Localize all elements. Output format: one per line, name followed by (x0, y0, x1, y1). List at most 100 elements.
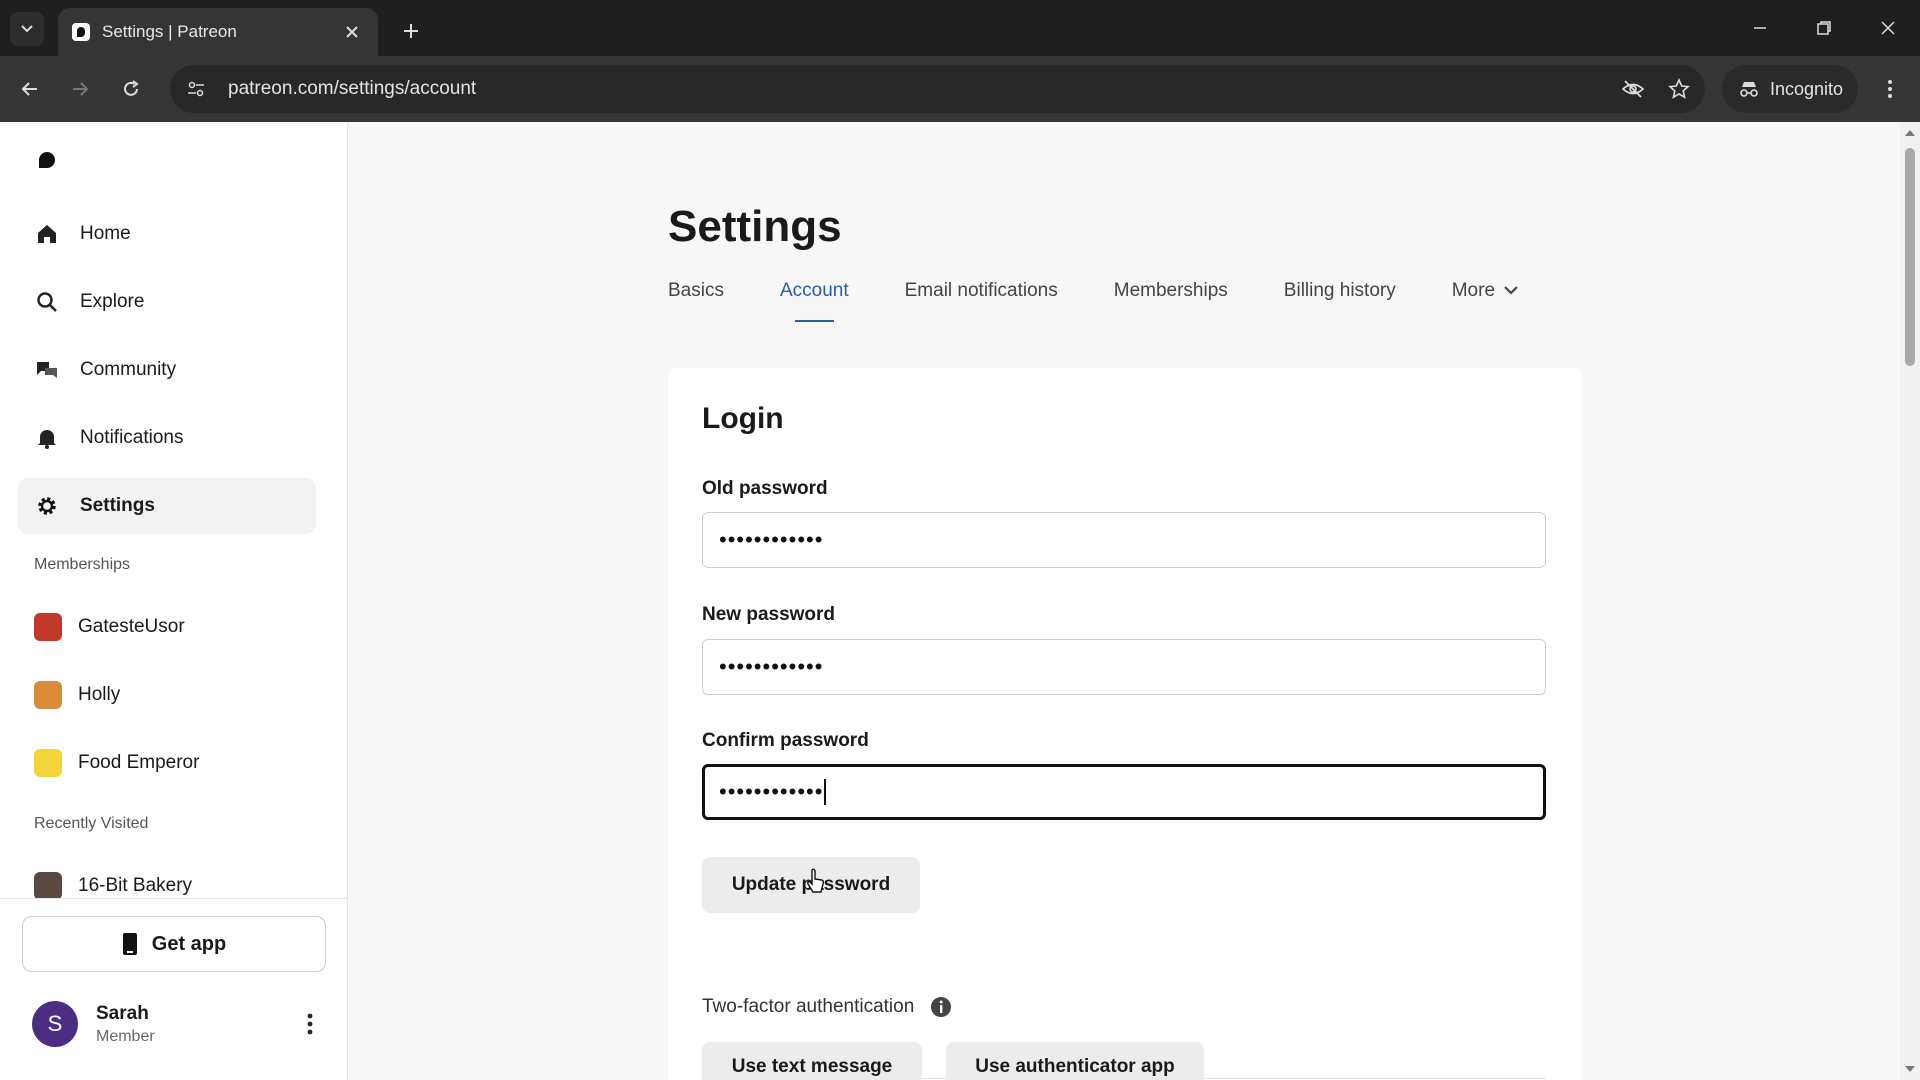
info-icon[interactable] (930, 996, 952, 1018)
new-tab-button[interactable] (396, 16, 426, 46)
page-scrollbar[interactable] (1900, 122, 1920, 1080)
incognito-icon (1740, 82, 1758, 97)
sidebar-footer: Get app S Sarah Member (0, 898, 347, 1080)
new-password-value: •••••••••••• (719, 654, 824, 679)
sidebar: Home Explore Community Notifications Set… (0, 122, 348, 1080)
tune-icon (188, 81, 204, 97)
sidebar-item-label: Home (80, 223, 131, 244)
memberships-heading: Memberships (34, 556, 131, 573)
tab-memberships[interactable]: Memberships (1114, 280, 1228, 320)
tab-account[interactable]: Account (780, 280, 849, 322)
tab-more[interactable]: More (1452, 280, 1519, 320)
two-factor-label: Two-factor authentication (702, 996, 915, 1017)
plus-icon (404, 24, 418, 38)
get-app-button[interactable]: Get app (22, 916, 326, 972)
get-app-label: Get app (151, 932, 227, 955)
sidebar-item-label: Settings (80, 495, 155, 516)
sidebar-item-label: Community (80, 359, 177, 380)
search-icon (34, 289, 60, 315)
tracking-protection-button[interactable] (1613, 69, 1653, 109)
login-heading: Login (702, 402, 784, 435)
browser-tab[interactable]: Settings | Patreon (58, 8, 378, 56)
scroll-down-icon[interactable] (1904, 1064, 1916, 1074)
tab-close-button[interactable] (340, 20, 364, 44)
sidebar-item-community[interactable]: Community (18, 342, 316, 398)
chat-icon (34, 357, 60, 383)
chevron-down-icon (21, 25, 33, 33)
login-card: Login Old password •••••••••••• New pass… (668, 368, 1582, 1080)
close-icon (1881, 21, 1895, 35)
restore-icon (1817, 21, 1831, 35)
new-password-field[interactable]: •••••••••••• (702, 639, 1546, 695)
creator-avatar (34, 872, 62, 900)
reload-button[interactable] (113, 71, 149, 107)
creator-avatar (34, 749, 62, 777)
forward-button[interactable] (62, 71, 98, 107)
reload-icon (124, 80, 139, 96)
sidebar-item-explore[interactable]: Explore (18, 274, 316, 330)
bell-icon (34, 425, 60, 451)
recent-label: 16-Bit Bakery (78, 875, 193, 896)
bookmark-button[interactable] (1659, 69, 1699, 109)
text-caret (824, 779, 827, 805)
phone-icon (122, 933, 137, 955)
minimize-icon (1754, 27, 1766, 29)
user-menu-button[interactable] (298, 1009, 322, 1039)
membership-label: GatesteUsor (78, 616, 185, 637)
sidebar-item-notifications[interactable]: Notifications (18, 410, 316, 466)
restore-button[interactable] (1804, 10, 1844, 46)
use-authenticator-app-button[interactable]: Use authenticator app (946, 1042, 1204, 1080)
sidebar-item-home[interactable]: Home (18, 206, 316, 262)
browser-menu-button[interactable] (1872, 71, 1908, 107)
user-role: Member (96, 1027, 155, 1045)
arrow-right-icon (73, 82, 89, 96)
browser-toolbar: patreon.com/settings/account Incognito (0, 56, 1920, 122)
tab-email-notifications[interactable]: Email notifications (905, 280, 1058, 320)
tab-search-button[interactable] (10, 12, 44, 46)
close-window-button[interactable] (1868, 10, 1908, 46)
old-password-field[interactable]: •••••••••••• (702, 512, 1546, 568)
use-text-message-button[interactable]: Use text message (702, 1042, 922, 1080)
confirm-password-field[interactable]: •••••••••••• (702, 764, 1546, 820)
settings-tabs: Basics Account Email notifications Membe… (668, 280, 1519, 322)
sidebar-item-label: Explore (80, 291, 145, 312)
chevron-down-icon (1504, 286, 1518, 295)
close-icon (346, 26, 358, 38)
recently-visited-heading: Recently Visited (34, 815, 149, 832)
home-icon (34, 221, 60, 247)
mouse-cursor-icon (807, 868, 825, 893)
address-bar[interactable]: patreon.com/settings/account (170, 65, 1705, 113)
new-password-label: New password (702, 604, 836, 625)
patreon-logo[interactable] (36, 152, 60, 180)
membership-item[interactable]: Food Emperor (34, 743, 314, 783)
membership-item[interactable]: GatesteUsor (34, 607, 314, 647)
old-password-value: •••••••••••• (719, 527, 824, 552)
incognito-badge[interactable]: Incognito (1722, 65, 1858, 113)
minimize-button[interactable] (1740, 10, 1780, 46)
tab-billing-history[interactable]: Billing history (1284, 280, 1396, 320)
tab-title: Settings | Patreon (102, 22, 237, 41)
tab-basics[interactable]: Basics (668, 280, 724, 320)
more-vertical-icon (1888, 80, 1892, 98)
tab-more-label: More (1451, 280, 1496, 301)
user-profile[interactable]: S Sarah Member (32, 999, 322, 1049)
arrow-left-icon (21, 82, 37, 96)
page-title: Settings (668, 202, 842, 251)
scroll-up-icon[interactable] (1904, 128, 1916, 138)
gear-icon (34, 493, 60, 519)
avatar: S (32, 1001, 78, 1047)
creator-avatar (34, 681, 62, 709)
sidebar-item-label: Notifications (80, 427, 184, 448)
scrollbar-thumb[interactable] (1905, 148, 1915, 366)
sidebar-item-settings[interactable]: Settings (18, 478, 316, 534)
browser-tab-bar: Settings | Patreon (0, 0, 1920, 56)
star-icon (1668, 78, 1690, 99)
back-button[interactable] (12, 71, 48, 107)
more-vertical-icon (307, 1013, 313, 1035)
two-factor-row: Two-factor authentication (702, 996, 952, 1018)
creator-avatar (34, 613, 62, 641)
membership-item[interactable]: Holly (34, 675, 314, 715)
membership-label: Food Emperor (78, 752, 200, 773)
confirm-password-label: Confirm password (702, 730, 869, 751)
site-info-button[interactable] (176, 69, 216, 109)
